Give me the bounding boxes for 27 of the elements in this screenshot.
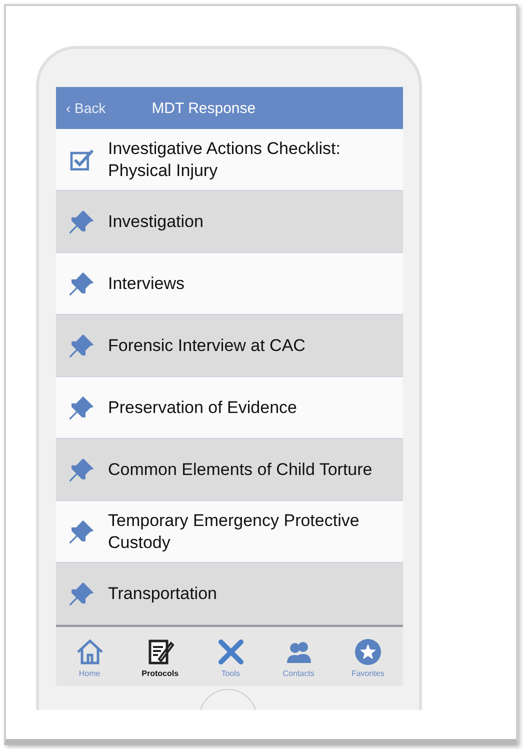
list-item[interactable]: Interviews — [56, 253, 403, 315]
pushpin-icon — [68, 456, 96, 484]
item-label: Preservation of Evidence — [108, 396, 297, 418]
pushpin-icon — [68, 580, 96, 608]
list-item[interactable]: Investigative Actions Checklist: Physical Injury — [56, 129, 403, 191]
item-label: Temporary Emergency Protective Custody — [108, 510, 360, 554]
item-label: Forensic Interview at CAC — [108, 334, 306, 356]
pushpin-icon — [68, 518, 96, 546]
house-icon — [74, 637, 105, 667]
list-item[interactable]: Temporary Emergency Protective Custody — [56, 501, 403, 563]
item-label: Interviews — [108, 272, 185, 294]
list-item[interactable]: Forensic Interview at CAC — [56, 315, 403, 377]
nav-tab[interactable]: Protocols — [142, 637, 179, 678]
screen-title: MDT Response — [152, 100, 256, 116]
item-label: Investigation — [108, 210, 204, 232]
item-label: Common Elements of Child Torture — [108, 458, 372, 480]
pushpin-icon — [68, 394, 96, 422]
star-circle-icon — [352, 637, 383, 667]
pushpin-icon — [68, 332, 96, 360]
pushpin-icon — [68, 270, 96, 298]
list-item[interactable]: Investigation — [56, 191, 403, 253]
list-item[interactable]: Transportation — [56, 563, 403, 625]
item-label: Transportation — [108, 582, 217, 604]
item-label: Investigative Actions Checklist: Physical Injury — [108, 138, 342, 182]
list-item[interactable]: Preservation of Evidence — [56, 377, 403, 439]
pushpin-icon — [68, 208, 96, 236]
list-item[interactable]: Common Elements of Child Torture — [56, 439, 403, 501]
